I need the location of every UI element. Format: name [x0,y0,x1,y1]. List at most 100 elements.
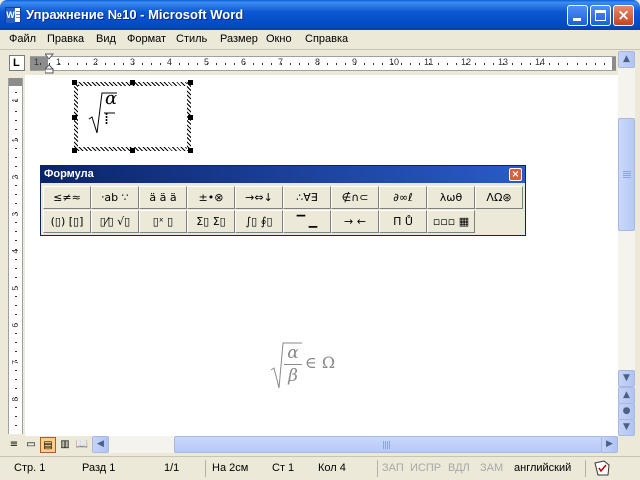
print-layout-view-button[interactable]: ▤ [40,437,56,453]
greek-uppercase-palette-button[interactable]: ΛΩ⊛ [475,186,523,209]
set-theory-palette-button[interactable]: ∉∩⊂ [331,186,379,209]
integrals-palette-button[interactable]: ∫▯ ∮▯ [235,210,283,233]
ruler-tick [142,63,143,65]
vruler-tick [15,231,17,232]
vruler-tick [15,194,17,195]
status-language[interactable]: английский [514,462,571,474]
bars-palette-button[interactable]: ▔ ▁ [283,210,331,233]
summations-palette-button[interactable]: Σ▯ Σ▯ [187,210,235,233]
status-extend[interactable]: ВДЛ [448,462,470,474]
normal-view-button[interactable]: ≡ [6,437,22,453]
status-track-changes[interactable]: ИСПР [410,462,441,474]
vruler-tick [15,305,17,306]
maximize-button[interactable] [590,5,611,26]
web-layout-view-button[interactable]: ▭ [23,437,39,453]
vruler-tick [15,129,17,130]
resize-handle[interactable] [130,148,135,153]
spelling-check-icon[interactable] [593,460,611,476]
title-bar[interactable]: W Упражнение №10 - Microsoft Word × [0,0,640,30]
spaces-palette-button[interactable]: ⸱ab ∵ [91,186,139,209]
ruler-tick [96,63,97,65]
resize-handle[interactable] [130,80,135,85]
vruler-tick [15,268,17,269]
formula-toolbar-symbols-row: ≤≠≈ ⸱ab ∵ ä ä ä ±•⊗ →⇔↓ ∴∀∃ ∉∩⊂ ∂∞ℓ λωθ … [43,186,523,209]
menu-size[interactable]: Размер [220,33,258,45]
vertical-scroll-thumb[interactable] [618,118,635,231]
vruler-tick [15,101,17,102]
tab-selector[interactable]: L [9,55,25,71]
resize-handle[interactable] [72,148,77,153]
menu-style[interactable]: Стиль [176,33,207,45]
next-page-button[interactable]: ▼ [618,419,635,436]
close-button[interactable]: × [613,5,634,26]
menu-format[interactable]: Формат [127,33,166,45]
ruler-tick [364,63,365,65]
outline-view-button[interactable]: ▥ [57,437,73,453]
vruler-tick [15,333,17,334]
ruler-tick [253,63,254,65]
previous-page-button[interactable]: ▲ [618,387,635,404]
menu-edit[interactable]: Правка [47,33,84,45]
vertical-ruler[interactable]: 1 1 2 3 4 5 6 7 8 [8,78,23,434]
close-icon: × [511,169,520,180]
menu-view[interactable]: Вид [96,33,116,45]
ruler-row: L 1 1 2 3 4 5 6 7 8 9 10 11 12 13 14 [0,51,640,75]
formula-toolbar-templates-row: (▯) [▯] ▯⁄▯ √▯ ▯ˣ ▯ Σ▯ Σ▯ ∫▯ ∮▯ ▔ ▁ → ← … [43,210,523,233]
ruler-number: 2 [93,57,99,67]
indent-markers[interactable] [45,51,54,75]
scroll-up-button[interactable]: ▲ [618,51,635,68]
misc-symbols-palette-button[interactable]: ∂∞ℓ [379,186,427,209]
status-at: На 2см [212,462,249,474]
maximize-icon [595,10,606,21]
ruler-tick [549,63,550,65]
fractions-radicals-palette-button[interactable]: ▯⁄▯ √▯ [91,210,139,233]
ruler-tick [595,63,596,65]
ruler-number: 11 [424,57,434,67]
equation-object[interactable]: α ⁞ [72,80,193,153]
ruler-number: 1 [56,57,62,67]
menu-help[interactable]: Справка [305,33,348,45]
reading-layout-view-button[interactable]: 📖 [74,437,90,453]
resize-handle[interactable] [188,80,193,85]
scroll-left-button[interactable]: ◀ [92,436,109,453]
status-column: Кол 4 [318,462,346,474]
ruler-tick [151,63,152,65]
status-overtype[interactable]: ЗАМ [480,462,503,474]
minimize-button[interactable] [567,5,588,26]
resize-handle[interactable] [72,115,77,120]
formula-toolbar[interactable]: Формула × ≤≠≈ ⸱ab ∵ ä ä ä ±•⊗ →⇔↓ ∴∀∃ ∉∩… [40,165,526,236]
word-icon[interactable]: W [5,7,21,23]
scroll-right-button[interactable]: ▶ [601,436,618,453]
arrows-palette-button[interactable]: →⇔↓ [235,186,283,209]
horizontal-ruler[interactable]: 1 1 2 3 4 5 6 7 8 9 10 11 12 13 14 [30,56,616,71]
resize-handle[interactable] [188,148,193,153]
ruler-tick [466,63,467,65]
formula-toolbar-title-bar[interactable]: Формула × [41,166,525,183]
resize-handle[interactable] [72,80,77,85]
logic-palette-button[interactable]: ∴∀∃ [283,186,331,209]
operators-palette-button[interactable]: ±•⊗ [187,186,235,209]
embellishments-palette-button[interactable]: ä ä ä [139,186,187,209]
ruler-tick [410,63,411,65]
labeled-arrows-palette-button[interactable]: → ← [331,210,379,233]
fences-palette-button[interactable]: (▯) [▯] [43,210,91,233]
greek-lowercase-palette-button[interactable]: λωθ [427,186,475,209]
scroll-down-button[interactable]: ▼ [618,370,635,387]
horizontal-scrollbar[interactable]: ◀ ▶ [92,436,618,453]
products-palette-button[interactable]: Π̄ Ů [379,210,427,233]
status-record[interactable]: ЗАП [382,462,404,474]
select-browse-object-button[interactable]: ● [618,403,635,420]
vruler-tick [15,286,17,287]
subscripts-palette-button[interactable]: ▯ˣ ▯ [139,210,187,233]
resize-handle[interactable] [188,115,193,120]
vertical-scrollbar[interactable]: ▲ ▼ ▲ ● ▼ [618,51,635,436]
ruler-tick [318,63,319,65]
relations-palette-button[interactable]: ≤≠≈ [43,186,91,209]
menu-file[interactable]: Файл [9,33,36,45]
horizontal-scroll-thumb[interactable] [174,436,602,453]
element-of-omega: ∈ Ω [305,353,336,372]
ruler-number: 3 [130,57,136,67]
menu-window[interactable]: Окно [266,33,292,45]
formula-toolbar-close-button[interactable]: × [509,168,522,181]
matrices-palette-button[interactable]: ▫▫▫ ▦ [427,210,475,233]
